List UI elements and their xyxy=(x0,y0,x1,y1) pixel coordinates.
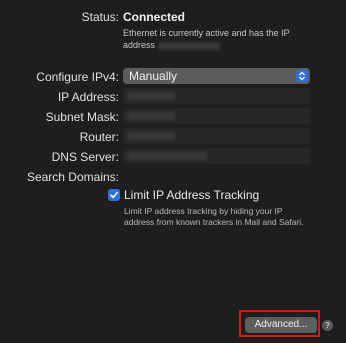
status-description: Ethernet is currently active and has the… xyxy=(123,27,323,51)
status-label: Status: xyxy=(81,10,119,24)
subnet-mask-field[interactable] xyxy=(123,108,310,124)
chevron-updown-icon xyxy=(296,70,308,82)
limit-ip-tracking-checkbox[interactable] xyxy=(108,189,120,201)
dns-server-field[interactable] xyxy=(123,148,310,164)
redacted-ip-address-value xyxy=(127,92,175,100)
configure-ipv4-select[interactable]: Manually xyxy=(123,68,310,84)
network-settings-panel: Status: Connected Ethernet is currently … xyxy=(0,0,346,343)
ip-address-field[interactable] xyxy=(123,88,310,104)
configure-ipv4-label: Configure IPv4: xyxy=(36,70,119,84)
highlight-box xyxy=(239,310,320,337)
search-domains-label: Search Domains: xyxy=(26,170,119,184)
ip-address-label: IP Address: xyxy=(57,90,119,104)
limit-ip-tracking-label[interactable]: Limit IP Address Tracking xyxy=(124,188,259,202)
status-value: Connected xyxy=(123,10,186,24)
help-button[interactable]: ? xyxy=(322,320,333,331)
configure-ipv4-selected: Manually xyxy=(129,69,178,83)
redacted-router-value xyxy=(127,132,175,140)
subnet-mask-label: Subnet Mask: xyxy=(45,110,119,124)
limit-ip-tracking-description: Limit IP address tracking by hiding your… xyxy=(124,206,304,227)
router-label: Router: xyxy=(79,130,119,144)
redacted-ip-address xyxy=(157,41,220,50)
router-field[interactable] xyxy=(123,128,310,144)
checkmark-icon xyxy=(110,191,118,199)
redacted-subnet-mask-value xyxy=(127,112,175,120)
dns-server-label: DNS Server: xyxy=(51,150,119,164)
redacted-dns-server-value xyxy=(127,152,207,160)
